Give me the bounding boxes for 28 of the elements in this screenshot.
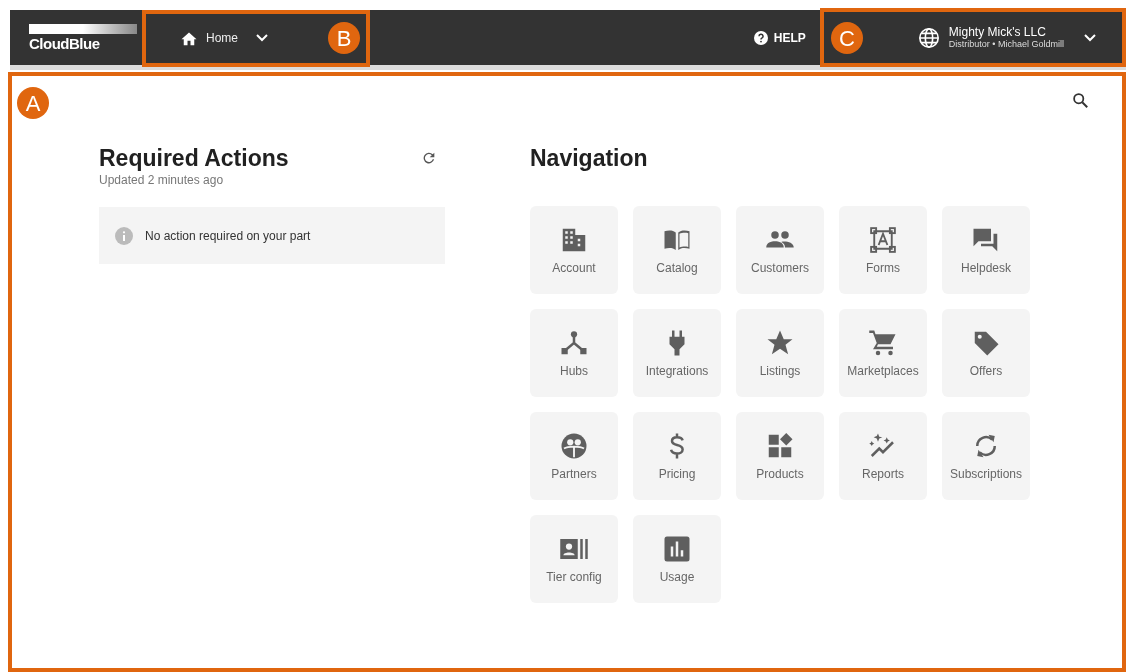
navigation-tile[interactable]: Marketplaces [839,309,927,397]
account-role: Distributor • Michael Goldmill [948,39,1064,50]
section-title: Required Actions [99,144,289,172]
account-menu[interactable]: Mighty Mick's LLC Distributor • Michael Goldmill [917,25,1096,50]
navigation-tile[interactable]: Usage [633,515,721,603]
navigation-tile[interactable]: Helpdesk [942,206,1030,294]
logo-text: CloudBlue [29,36,101,51]
navigation-tile[interactable]: Tier config [530,515,618,603]
navigation-tile[interactable]: Forms [839,206,927,294]
navigation-tile[interactable]: Catalog [633,206,721,294]
navigation-tile[interactable]: Partners [530,412,618,500]
navigation-tile[interactable]: Hubs [530,309,618,397]
help-button[interactable]: HELP [753,28,806,47]
navigation-tile[interactable]: Pricing [633,412,721,500]
updated-text: Updated 2 minutes ago [99,172,225,188]
home-menu[interactable]: Home [180,28,268,47]
navigation-tile[interactable]: Integrations [633,309,721,397]
navigation-tile[interactable]: Products [736,412,824,500]
navigation-tile[interactable]: Account [530,206,618,294]
navigation-tile[interactable]: Reports [839,412,927,500]
navigation-tile[interactable]: Offers [942,309,1030,397]
navigation-tile[interactable]: Customers [736,206,824,294]
message-text: No action required on your part [145,227,311,245]
navigation-tile[interactable]: Subscriptions [942,412,1030,500]
account-name: Mighty Mick's LLC [948,25,1046,39]
section-title: Navigation [530,144,649,172]
callout-badge: A [17,87,49,119]
navigation-tile[interactable]: Listings [736,309,824,397]
